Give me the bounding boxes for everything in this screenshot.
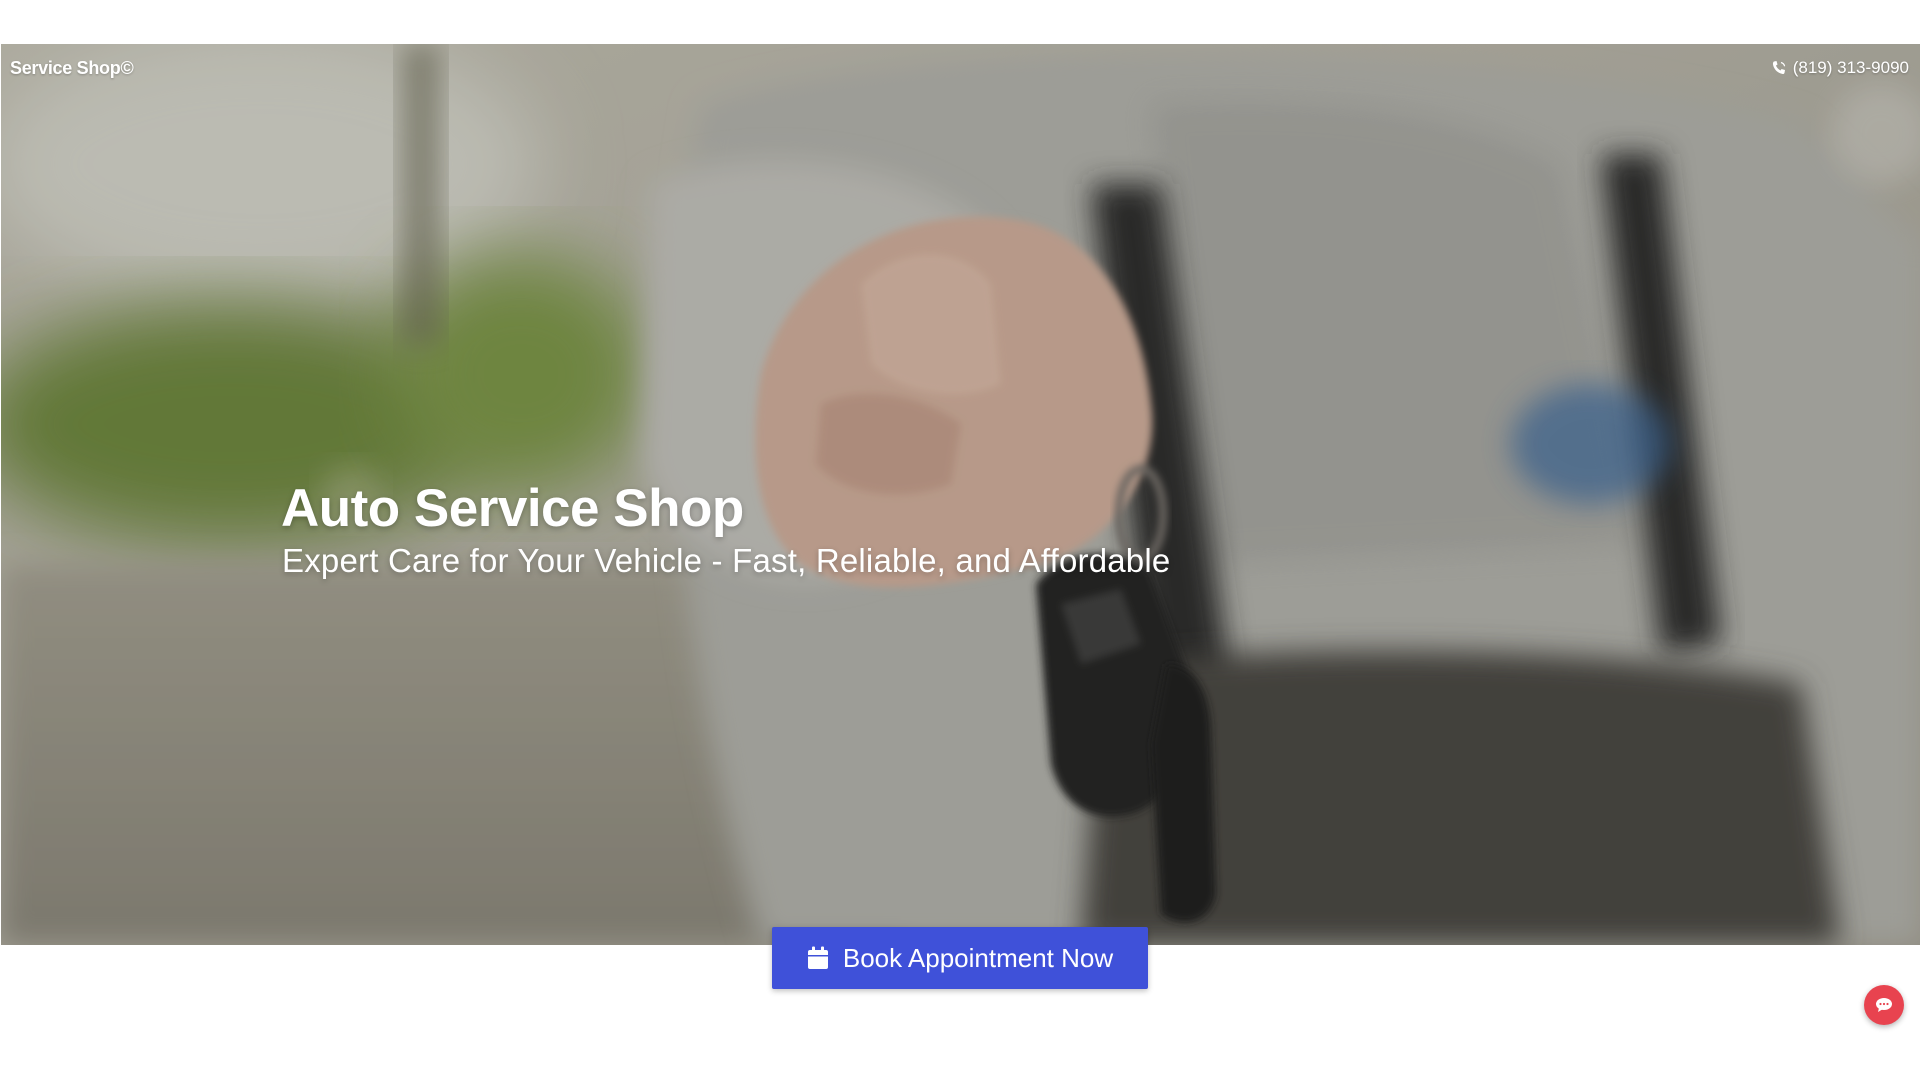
- book-appointment-button[interactable]: Book Appointment Now: [772, 927, 1148, 989]
- brand-logo-text[interactable]: Service Shop©: [10, 58, 134, 79]
- hero-subtitle: Expert Care for Your Vehicle - Fast, Rel…: [282, 542, 1171, 579]
- chat-widget-button[interactable]: [1864, 985, 1904, 1025]
- calendar-icon: [807, 946, 828, 969]
- phone-number: (819) 313-9090: [1792, 58, 1909, 77]
- hero-title: Auto Service Shop: [281, 479, 744, 538]
- book-appointment-label: Book Appointment Now: [842, 942, 1114, 973]
- phone-link[interactable]: (819) 313-9090: [1771, 58, 1909, 78]
- chat-bubble-icon: [1876, 998, 1892, 1012]
- phone-icon: [1772, 61, 1785, 75]
